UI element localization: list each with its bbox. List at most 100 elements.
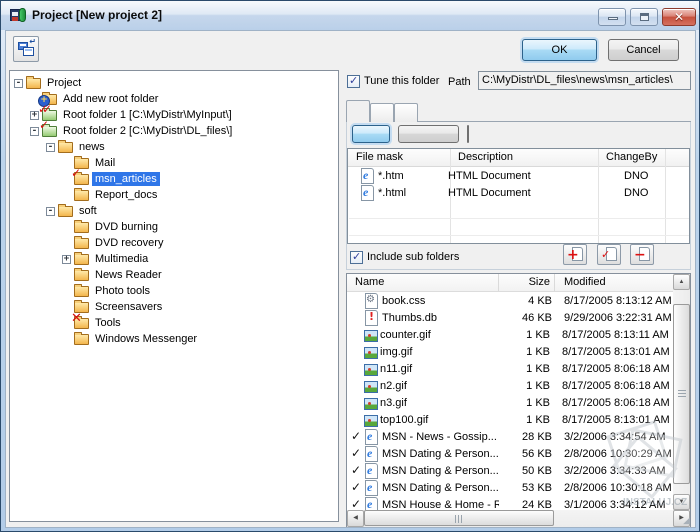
tree-item[interactable]: DVD recovery — [10, 235, 338, 251]
tree-item-label[interactable]: news — [76, 140, 108, 154]
tree-item-label[interactable]: News Reader — [92, 268, 165, 282]
tree-item[interactable]: - Project — [10, 75, 338, 91]
file-list-header[interactable]: Name Size Modified — [347, 274, 690, 292]
file-row[interactable]: n11.gif 1 KB 8/17/2005 8:06:18 AM — [347, 360, 690, 377]
remove-mask-button[interactable]: − — [630, 244, 654, 265]
scroll-down-arrow-icon[interactable]: ▼ — [673, 494, 690, 510]
tree-item[interactable]: Photo tools — [10, 283, 338, 299]
folder-icon — [74, 235, 92, 250]
tree-item-label[interactable]: Root folder 1 [C:\MyDistr\MyInput\] — [60, 108, 235, 122]
tree-item-label[interactable]: DVD recovery — [92, 236, 166, 250]
col-changeby[interactable]: ChangeBy — [598, 149, 657, 166]
window-title: Project [New project 2] — [32, 8, 163, 22]
tree-item[interactable]: Windows Messenger — [10, 331, 338, 347]
scroll-left-arrow-icon[interactable]: ◀ — [347, 510, 364, 527]
vertical-scrollbar[interactable]: ▲ ▼ — [673, 274, 690, 510]
tree-item-label[interactable]: Report_docs — [92, 188, 160, 202]
tree-item-label[interactable]: Mail — [92, 156, 118, 170]
apply-mask-button[interactable]: ✓ — [597, 244, 621, 265]
filter-button[interactable] — [398, 125, 459, 143]
col-modified[interactable]: Modified — [555, 274, 690, 291]
tree-item[interactable]: Mail — [10, 155, 338, 171]
tab[interactable] — [346, 100, 370, 122]
tree-item[interactable]: + Root folder 1 [C:\MyDistr\MyInput\] — [10, 103, 338, 123]
mask-row[interactable]: *.html HTML Document DNO — [348, 184, 689, 201]
file-row[interactable]: counter.gif 1 KB 8/17/2005 8:13:11 AM — [347, 326, 690, 343]
file-row[interactable]: ✓ MSN Dating & Person... 56 KB 2/8/2006 … — [347, 445, 690, 462]
tree-item[interactable]: - news — [10, 139, 338, 155]
file-list[interactable]: Name Size Modified book.css 4 KB 8/17/20… — [346, 273, 691, 527]
options-tabs[interactable] — [346, 100, 418, 122]
tree-item-label[interactable]: Tools — [92, 316, 124, 330]
file-checkmark: ✓ — [351, 429, 362, 443]
file-row[interactable]: n2.gif 1 KB 8/17/2005 8:06:18 AM — [347, 377, 690, 394]
file-size: 1 KB — [526, 413, 550, 426]
tree-item-label[interactable]: DVD burning — [92, 220, 161, 234]
filter-buttons[interactable] — [352, 125, 469, 143]
tree-item[interactable]: Add new root folder — [10, 91, 338, 107]
vertical-scroll-thumb[interactable] — [673, 304, 690, 484]
tree-item-label[interactable]: Multimedia — [92, 252, 151, 266]
toggle-panel-button[interactable]: ↵ — [13, 36, 39, 62]
horizontal-scrollbar[interactable]: ◀ ▶ — [347, 510, 690, 527]
mask-row[interactable]: *.htm HTML Document DNO — [348, 167, 689, 184]
tree-item[interactable]: - Root folder 2 [C:\MyDistr\DL_files\] — [10, 119, 338, 139]
tune-folder-checkbox[interactable] — [347, 74, 360, 88]
col-name[interactable]: Name — [347, 274, 499, 291]
cancel-button[interactable]: Cancel — [608, 39, 679, 61]
tree-item-label[interactable]: Root folder 2 [C:\MyDistr\DL_files\] — [60, 124, 235, 138]
file-row[interactable]: ✓ MSN Dating & Person... 50 KB 3/2/2006 … — [347, 462, 690, 479]
tree-item[interactable]: + Multimedia — [10, 251, 338, 267]
add-mask-button[interactable]: + — [563, 244, 587, 265]
tree-expander-icon[interactable]: - — [30, 126, 39, 136]
tree-item-label[interactable]: Screensavers — [92, 300, 165, 314]
ok-button[interactable]: OK — [522, 39, 597, 61]
maximize-button[interactable] — [630, 8, 658, 26]
tree-item-label[interactable]: Project — [44, 76, 84, 90]
file-modified: 3/2/2006 3:34:54 AM — [564, 430, 666, 443]
filter-button[interactable] — [467, 125, 469, 143]
tree-item[interactable]: Tools — [10, 312, 338, 331]
resize-grip-icon[interactable]: ◢ — [678, 514, 690, 526]
include-subfolders-checkbox[interactable] — [350, 250, 363, 264]
file-row[interactable]: ✓ MSN Dating & Person... 53 KB 2/8/2006 … — [347, 479, 690, 496]
tree-item-label[interactable]: soft — [76, 204, 100, 218]
tree-item[interactable]: msn_articles — [10, 167, 338, 187]
file-row[interactable]: n3.gif 1 KB 8/17/2005 8:06:18 AM — [347, 394, 690, 411]
filter-button[interactable] — [352, 125, 390, 143]
tab[interactable] — [394, 103, 418, 122]
col-file-mask[interactable]: File mask — [348, 149, 450, 166]
tree-item[interactable]: DVD burning — [10, 219, 338, 235]
tree-expander-icon[interactable]: - — [14, 78, 23, 88]
tree-expander-icon[interactable]: - — [46, 142, 55, 152]
tree-item[interactable]: Report_docs — [10, 187, 338, 203]
scroll-up-arrow-icon[interactable]: ▲ — [673, 274, 690, 290]
file-mask-table[interactable]: File mask Description ChangeBy *.htm HTM… — [347, 148, 690, 244]
tree-expander-icon[interactable]: - — [46, 206, 55, 216]
tree-item-label[interactable]: Photo tools — [92, 284, 153, 298]
path-field[interactable]: C:\MyDistr\DL_files\news\msn_articles\ — [478, 71, 691, 90]
project-tree[interactable]: - Project Add new root folder + Root fol… — [9, 70, 339, 522]
minimize-button[interactable] — [598, 8, 626, 26]
title-bar[interactable]: Project [New project 2] ✕ — [1, 1, 699, 30]
file-row[interactable]: top100.gif 1 KB 8/17/2005 8:13:01 AM — [347, 411, 690, 428]
col-size[interactable]: Size — [499, 274, 555, 291]
tree-item-label[interactable]: Windows Messenger — [92, 332, 200, 346]
file-row[interactable]: img.gif 1 KB 8/17/2005 8:13:01 AM — [347, 343, 690, 360]
tree-expander-icon[interactable]: + — [62, 254, 71, 264]
close-button[interactable]: ✕ — [662, 8, 696, 26]
file-row[interactable]: book.css 4 KB 8/17/2005 8:13:12 AM — [347, 292, 690, 309]
tab[interactable] — [370, 103, 394, 122]
file-row[interactable]: ✓ MSN House & Home - R... 24 KB 3/1/2006… — [347, 496, 690, 510]
file-row[interactable]: ✓ MSN - News - Gossip... 28 KB 3/2/2006 … — [347, 428, 690, 445]
tune-folder-label: Tune this folder — [364, 75, 440, 87]
tree-item[interactable]: News Reader — [10, 267, 338, 283]
file-row[interactable]: Thumbs.db 46 KB 9/29/2006 3:22:31 AM — [347, 309, 690, 326]
mask-table-header[interactable]: File mask Description ChangeBy — [348, 149, 689, 167]
col-description[interactable]: Description — [450, 149, 598, 166]
tree-item-label[interactable]: Add new root folder — [60, 92, 161, 106]
tree-item[interactable]: - soft — [10, 203, 338, 219]
tree-item[interactable]: Screensavers — [10, 299, 338, 315]
horizontal-scroll-thumb[interactable] — [364, 510, 554, 526]
tree-item-label[interactable]: msn_articles — [92, 172, 160, 186]
